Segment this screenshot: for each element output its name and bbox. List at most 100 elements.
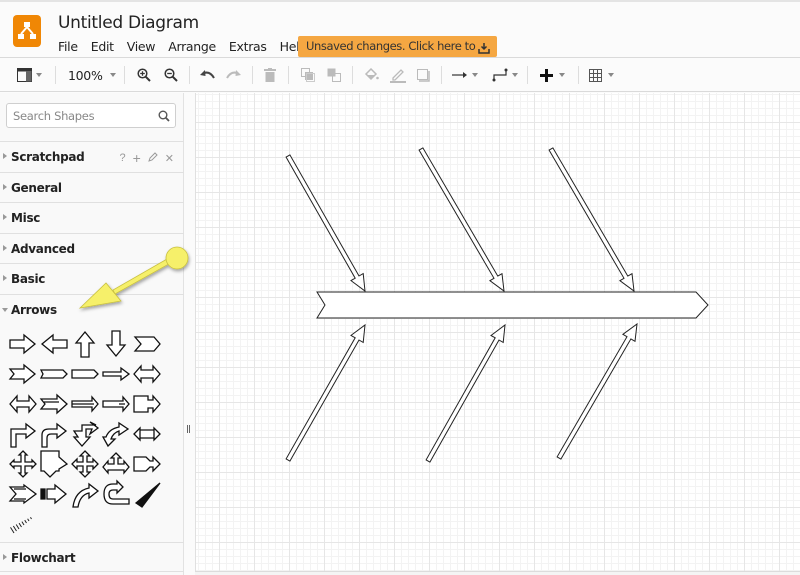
hatch-line — [12, 525, 17, 532]
undo-button[interactable] — [200, 64, 215, 86]
shape-triple-arrow[interactable] — [101, 449, 131, 479]
menu-extras[interactable]: Extras — [229, 39, 267, 54]
section-label: General — [11, 181, 62, 195]
shape-triangle-wedge[interactable] — [132, 479, 162, 509]
shape-single-arrow-up[interactable] — [70, 329, 100, 359]
shape-double-arrow-wide[interactable] — [8, 389, 38, 419]
line-color-button[interactable] — [390, 64, 406, 86]
menu-arrange[interactable]: Arrange — [168, 39, 216, 54]
shape-notched-arrow[interactable] — [8, 359, 38, 389]
edit-pencil-icon[interactable] — [147, 151, 158, 165]
shape-swallowtail-arrow[interactable] — [8, 479, 38, 509]
single-arrow-right-path — [9, 333, 37, 355]
shape-bent-up-arrow[interactable] — [70, 419, 100, 449]
section-misc[interactable]: Misc — [0, 202, 184, 232]
menu-file[interactable]: File — [58, 39, 78, 54]
shape-curved-bent-arrow[interactable] — [101, 419, 131, 449]
fishbone-bottom-bone-3[interactable] — [556, 322, 638, 460]
shadow-button[interactable] — [417, 64, 430, 86]
shape-quad-arrow[interactable] — [8, 449, 38, 479]
fill-color-button[interactable] — [364, 64, 379, 86]
sidebar-resize-handle[interactable] — [187, 425, 191, 434]
hatched-wedge-icon — [10, 517, 32, 534]
shape-striped-block-arrow[interactable] — [39, 479, 69, 509]
fishbone-top-bone-1[interactable] — [285, 154, 366, 293]
shape-bent-arrow[interactable] — [8, 419, 38, 449]
zoom-in-button[interactable] — [137, 64, 151, 86]
chevron-down-icon — [472, 73, 478, 77]
menu-view[interactable]: View — [127, 39, 156, 54]
toolbar-divider — [189, 66, 190, 84]
striped-block-arrow-icon — [40, 483, 68, 505]
search-icon[interactable] — [158, 109, 170, 127]
diagram-canvas[interactable] — [195, 93, 800, 571]
section-basic[interactable]: Basic — [0, 263, 184, 293]
shadow-icon — [417, 68, 430, 82]
shape-slim-arrow[interactable] — [101, 359, 131, 389]
add-icon[interactable]: + — [133, 150, 141, 166]
expand-triangle-icon — [3, 214, 7, 220]
shape-callout-pentagon[interactable] — [39, 359, 69, 389]
delete-button[interactable] — [264, 64, 276, 86]
zoom-in-icon — [137, 68, 151, 82]
zoom-out-button[interactable] — [164, 64, 178, 86]
single-arrow-up-icon — [74, 330, 96, 358]
waypoints-dropdown[interactable] — [492, 64, 518, 86]
callout-pentagon-icon — [39, 369, 68, 379]
u-turn-arrow-path — [103, 479, 130, 505]
shape-bent-rounded-arrow[interactable] — [39, 419, 69, 449]
toolbar-divider — [527, 66, 528, 84]
to-front-button[interactable] — [301, 64, 315, 86]
shape-striped-arrow[interactable] — [39, 389, 69, 419]
search-shapes-input[interactable] — [7, 104, 152, 127]
section-advanced[interactable]: Advanced — [0, 233, 184, 263]
fishbone-spine-arrow[interactable] — [316, 291, 709, 319]
fishbone-diagram — [285, 147, 709, 463]
shape-u-turn-arrow[interactable] — [101, 479, 131, 509]
shape-callout-double-arrow[interactable] — [132, 419, 162, 449]
expand-triangle-icon — [3, 153, 7, 159]
callout-quad-icon — [40, 450, 69, 478]
shape-chevron[interactable] — [132, 329, 162, 359]
shape-quad-arrow-cross[interactable] — [70, 449, 100, 479]
section-arrows[interactable]: Arrows — [0, 294, 184, 324]
expand-triangle-icon — [3, 245, 7, 251]
fishbone-bottom-bone-1[interactable] — [285, 323, 366, 462]
shape-curved-arrow[interactable] — [70, 479, 100, 509]
help-icon[interactable]: ? — [119, 152, 125, 164]
shape-jump-arrow[interactable] — [132, 449, 162, 479]
double-arrow-path — [133, 364, 161, 384]
fishbone-top-bone-2[interactable] — [418, 147, 505, 293]
curved-arrow-icon — [72, 482, 100, 508]
shape-single-arrow-right[interactable] — [8, 329, 38, 359]
shape-double-arrow[interactable] — [132, 359, 162, 389]
menu-edit[interactable]: Edit — [91, 39, 114, 54]
fishbone-bottom-bone-2[interactable] — [425, 323, 506, 463]
unsaved-changes-button[interactable]: Unsaved changes. Click here to save. — [298, 36, 497, 74]
shape-hatched-wedge[interactable] — [8, 509, 38, 539]
table-dropdown[interactable] — [589, 64, 614, 86]
shape-rounded-pentagon[interactable] — [70, 359, 100, 389]
diagram-title[interactable]: Untitled Diagram — [58, 13, 199, 33]
shape-long-arrow-2[interactable] — [101, 389, 131, 419]
shape-single-arrow-down[interactable] — [101, 329, 131, 359]
shape-single-arrow-left[interactable] — [39, 329, 69, 359]
connection-style-dropdown[interactable] — [452, 64, 478, 86]
chevron-path — [133, 336, 161, 352]
section-scratchpad[interactable]: Scratchpad ? + ✕ — [0, 141, 184, 171]
format-panel-button[interactable] — [17, 64, 42, 86]
redo-button[interactable] — [226, 64, 241, 86]
fishbone-top-bone-3[interactable] — [548, 147, 635, 293]
section-flowchart[interactable]: Flowchart — [0, 542, 184, 572]
shape-callout-quad[interactable] — [39, 449, 69, 479]
close-icon[interactable]: ✕ — [165, 152, 174, 165]
shape-long-arrow[interactable] — [70, 389, 100, 419]
to-back-button[interactable] — [327, 64, 341, 86]
insert-dropdown[interactable] — [540, 64, 565, 86]
horizontal-scrollbar[interactable] — [195, 571, 800, 575]
bent-rounded-arrow-path — [41, 422, 68, 448]
zoom-level-dropdown[interactable]: 100% — [68, 64, 116, 86]
section-general[interactable]: General — [0, 172, 184, 202]
shape-callout-arrow[interactable] — [132, 389, 162, 419]
section-label: Basic — [11, 272, 46, 286]
